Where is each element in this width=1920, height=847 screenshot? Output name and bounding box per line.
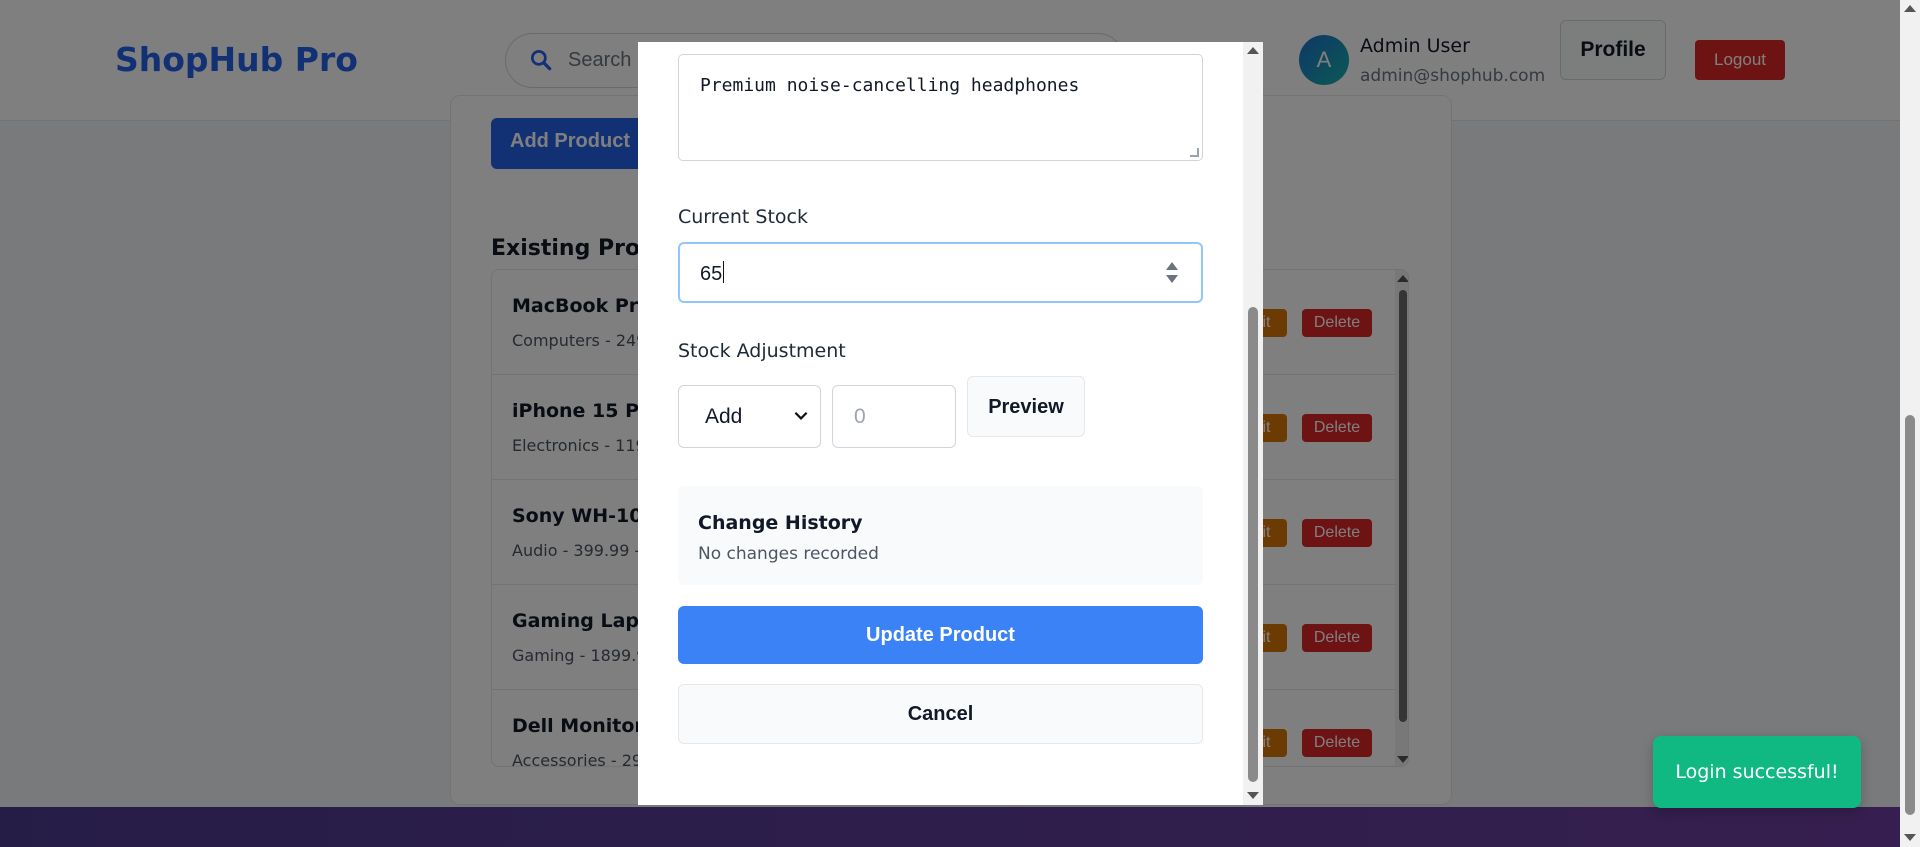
resize-handle-icon[interactable]: [1190, 148, 1199, 157]
scroll-down-arrow-icon[interactable]: [1904, 834, 1916, 841]
adjustment-amount-input[interactable]: 0: [832, 385, 956, 448]
adjustment-type-value: Add: [705, 405, 743, 428]
text-cursor: [723, 261, 725, 283]
description-value: Premium noise-cancelling headphones: [700, 75, 1080, 96]
adjustment-amount-placeholder: 0: [854, 405, 866, 428]
page-scroll-thumb[interactable]: [1905, 415, 1915, 815]
adjustment-type-select[interactable]: Add: [678, 385, 821, 448]
current-stock-value: 65: [700, 263, 723, 285]
edit-product-modal: Premium noise-cancelling headphones Curr…: [638, 42, 1263, 805]
change-history-title: Change History: [698, 512, 863, 534]
change-history-empty: No changes recorded: [698, 544, 879, 564]
description-textarea[interactable]: Premium noise-cancelling headphones: [678, 54, 1203, 161]
current-stock-input[interactable]: 65: [678, 242, 1203, 303]
toast-notification: Login successful!: [1653, 736, 1861, 808]
spinner-down-icon[interactable]: [1166, 275, 1178, 283]
current-stock-label: Current Stock: [678, 206, 808, 228]
modal-scrollbar[interactable]: [1243, 42, 1263, 805]
page-scrollbar[interactable]: [1900, 0, 1920, 847]
update-product-button[interactable]: Update Product: [678, 606, 1203, 664]
modal-scroll-thumb[interactable]: [1248, 307, 1258, 782]
scroll-up-arrow-icon[interactable]: [1247, 47, 1259, 54]
number-spinner-icon[interactable]: [1165, 262, 1179, 286]
scroll-down-arrow-icon[interactable]: [1247, 792, 1259, 799]
scroll-up-arrow-icon[interactable]: [1904, 5, 1916, 12]
preview-button[interactable]: Preview: [967, 376, 1085, 437]
spinner-up-icon[interactable]: [1166, 262, 1178, 270]
chevron-down-icon: [794, 411, 808, 420]
stock-adjustment-label: Stock Adjustment: [678, 340, 846, 362]
cancel-button[interactable]: Cancel: [678, 684, 1203, 744]
change-history-section: Change History No changes recorded: [678, 486, 1203, 585]
